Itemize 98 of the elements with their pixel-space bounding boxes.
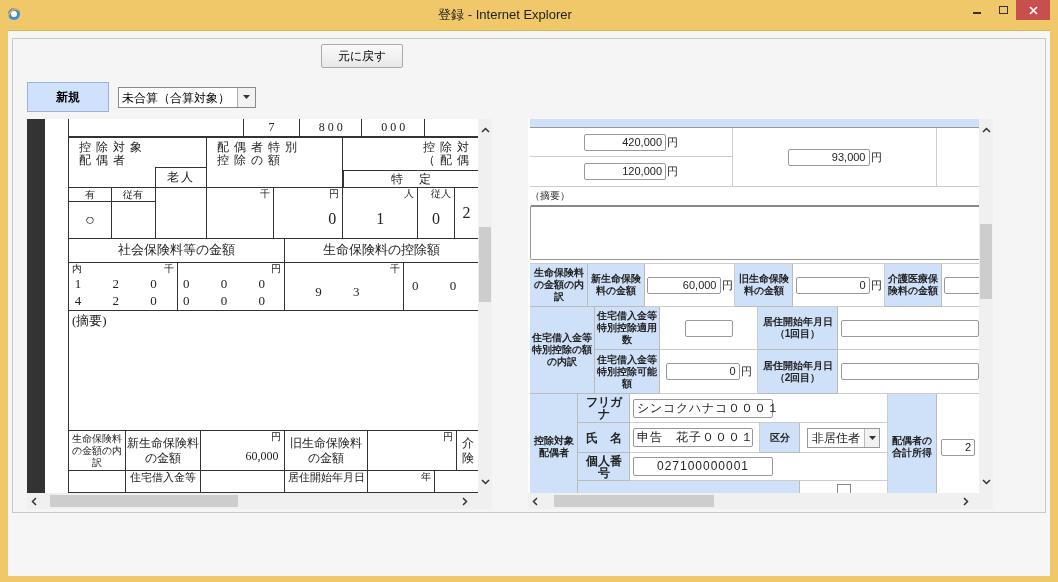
field-label: 居住開始年月日（1回目） <box>758 307 838 350</box>
cell-text: 7 <box>267 119 276 136</box>
chevron-left-icon <box>532 496 538 506</box>
cell-text: 60,000 <box>244 448 280 465</box>
cell-text: 0 0 0 0 0 0 <box>182 275 281 310</box>
cell-text: 控除対象配偶者 <box>78 139 148 167</box>
amount-field[interactable]: 420,000 <box>584 133 666 151</box>
caret-down-icon <box>243 95 250 99</box>
row-header: 控除対象配偶者 <box>530 394 578 493</box>
field-label: 住宅借入金等特別控除可能額 <box>595 350 660 394</box>
unit-label: 円 <box>667 164 678 179</box>
field-label: 旧生命保険料の金額 <box>735 264 793 307</box>
chevron-up-icon <box>981 127 991 133</box>
unit-label: 円 <box>667 134 678 150</box>
cell-text: 8 0 0 <box>317 119 344 136</box>
scrollbar-thumb[interactable] <box>554 495 714 507</box>
amount-field[interactable]: 60,000 <box>646 276 721 294</box>
cell-text: 1 2 0 4 2 0 <box>73 275 172 310</box>
unit-label: 円 <box>271 431 282 443</box>
chevron-right-icon <box>462 496 468 506</box>
cell-text: 0 0 <box>410 277 472 296</box>
unit-label: 円 <box>740 364 752 379</box>
sub-header: 老人 <box>154 167 206 187</box>
unit-label: 千 <box>390 263 401 275</box>
category-dropdown[interactable]: 非居住者 <box>807 427 880 448</box>
cell-text: 2 <box>461 203 472 223</box>
cell-text: 旧生命保険料の金額 <box>289 434 364 467</box>
cell-text: 9 3 <box>314 283 375 302</box>
caret-down-icon <box>868 435 876 440</box>
cell-text: 生命保険料の控除額 <box>322 241 442 260</box>
cell-text: 社会保険料等の金額 <box>117 241 237 260</box>
field-label: 個人番号 <box>578 453 630 481</box>
cell-text: 住宅借入金等 <box>128 471 197 485</box>
chevron-down-icon <box>480 479 490 485</box>
date-field[interactable] <box>841 319 979 337</box>
row-header: 住宅借入金等特別控除の額の内訳 <box>530 307 595 394</box>
field-label: 区分 <box>760 423 800 453</box>
row-header: 配偶者の合計所得 <box>888 394 937 493</box>
browser-logo-icon <box>7 7 21 21</box>
window-title: 登録 - Internet Explorer <box>437 6 573 24</box>
cell-text: 1 <box>375 209 386 229</box>
cell-text: 控除対（配偶 <box>422 139 475 167</box>
scrollbar-thumb[interactable] <box>50 495 238 507</box>
status-label: 新規 <box>27 82 109 112</box>
cell-text: 新生命保険料の金額 <box>125 434 200 467</box>
unit-label: 円 <box>870 277 882 293</box>
row-header: 生命保険料の金額の内訳 <box>530 264 588 307</box>
unit-label: 従人 <box>431 188 452 200</box>
unit-label: 円 <box>870 149 882 165</box>
id-number-field[interactable]: 027100000001 <box>633 457 773 476</box>
unit-label: 円 <box>271 263 282 275</box>
scrollbar-thumb[interactable] <box>479 227 491 302</box>
unit-label: 円 <box>443 431 454 443</box>
chevron-left-icon <box>31 496 37 506</box>
cell-text: 0 <box>327 209 338 229</box>
unit-label: 円 <box>329 188 340 200</box>
dropdown-value: 未合算（合算対象） <box>121 89 231 107</box>
unit-label: 千 <box>260 188 271 200</box>
cell-text: 居住開始年月日 <box>286 471 366 485</box>
cell-text: 0 0 0 <box>380 119 407 136</box>
amount-field[interactable]: 93,000 <box>787 148 870 166</box>
undo-button[interactable]: 元に戻す <box>321 44 403 68</box>
unit-label: 年 <box>421 471 432 483</box>
amount-field[interactable]: 0 <box>665 363 740 380</box>
field-label: 氏 名 <box>578 423 630 453</box>
cell-text: 生命保険料の金額の内訳 <box>70 431 123 470</box>
name-field[interactable]: 申告 花子０００１ <box>633 428 753 447</box>
unit-label: 人 <box>404 188 415 200</box>
cell-text: ○ <box>84 210 96 230</box>
remarks-label: （摘要） <box>530 189 571 202</box>
dropdown-value: 非居住者 <box>811 429 861 447</box>
field-label: フリガナ <box>578 394 630 423</box>
amount-field[interactable]: 0 <box>795 276 870 294</box>
column-header: 従有 <box>111 188 155 202</box>
note-label: 内 <box>72 263 82 275</box>
cell-text: 介険 <box>460 434 475 467</box>
unit-label: 千 <box>163 263 174 275</box>
field-label: 住宅借入金等特別控除適用数 <box>595 307 660 350</box>
amount-field[interactable] <box>684 319 733 337</box>
amount-field[interactable]: 120,000 <box>584 163 666 180</box>
field-label: 新生命保険料の金額 <box>588 264 645 307</box>
chevron-down-icon <box>981 479 991 485</box>
maximize-icon <box>998 6 1008 14</box>
date-field[interactable] <box>840 363 979 380</box>
close-button[interactable] <box>1016 0 1050 20</box>
mode-dropdown[interactable]: 未合算（合算対象） <box>118 86 256 108</box>
unit-label: 円 <box>721 277 733 293</box>
cell-text: 0 <box>431 209 442 229</box>
close-icon <box>1028 5 1038 15</box>
cell-text: 配偶者特別控除の額 <box>215 139 303 167</box>
field-label: 居住開始年月日（2回目） <box>758 350 838 394</box>
chevron-up-icon <box>480 127 490 133</box>
scrollbar-thumb[interactable] <box>980 224 992 299</box>
chevron-right-icon <box>963 496 969 506</box>
income-field[interactable]: 2 <box>941 438 975 456</box>
field-label: 介護医療保険料の金額 <box>885 264 942 307</box>
column-header: 有 <box>69 188 111 202</box>
cell-text: (摘要) <box>71 312 108 330</box>
